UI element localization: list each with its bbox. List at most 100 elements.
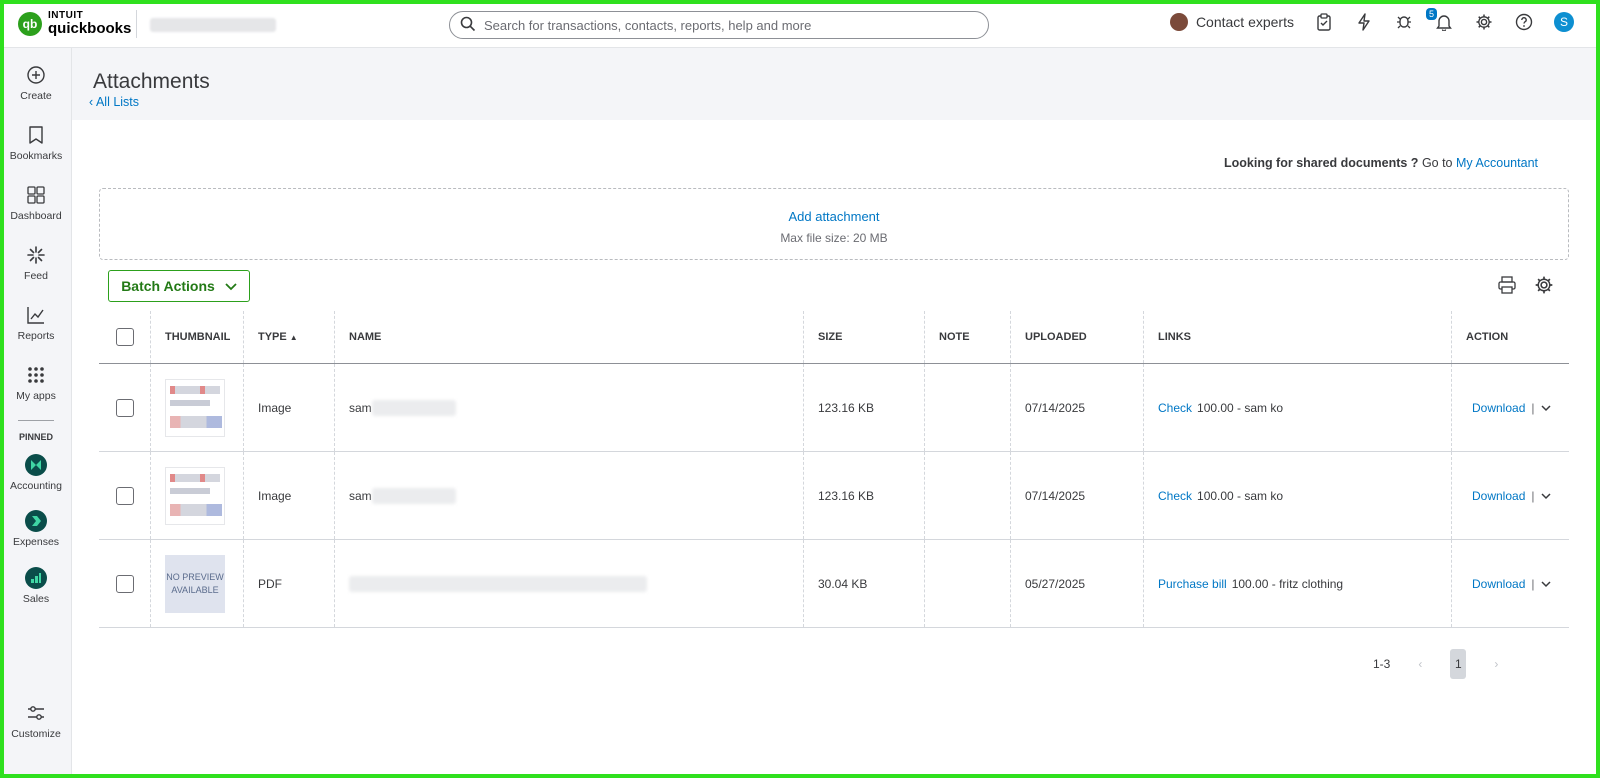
chevron-down-icon[interactable] xyxy=(1540,577,1551,591)
nav-my-apps[interactable]: My apps xyxy=(0,364,72,402)
table-row: Image sam 123.16 KB 07/14/2025 Check 100… xyxy=(99,452,1569,540)
nav-expenses-label: Expenses xyxy=(12,536,60,548)
attachment-thumbnail[interactable] xyxy=(165,378,225,437)
select-all-cell xyxy=(99,311,150,363)
add-attachment-link[interactable]: Add attachment xyxy=(100,209,1568,224)
chevron-down-icon[interactable] xyxy=(1540,401,1551,415)
attachment-thumbnail[interactable] xyxy=(165,466,225,525)
current-page-button[interactable]: 1 xyxy=(1450,649,1467,679)
search-icon xyxy=(460,16,476,35)
column-header-type-label: TYPE xyxy=(258,331,287,343)
shared-documents-hint: Looking for shared documents ? Go to My … xyxy=(1224,156,1538,170)
name-cell[interactable] xyxy=(334,540,803,627)
attachment-dropzone[interactable]: Add attachment Max file size: 20 MB xyxy=(99,188,1569,260)
nav-customize[interactable]: Customize xyxy=(0,702,72,740)
notifications-bell-icon[interactable]: 5 xyxy=(1426,8,1454,32)
size-cell: 30.04 KB xyxy=(803,540,924,627)
size-cell: 123.16 KB xyxy=(803,452,924,539)
nav-dashboard[interactable]: Dashboard xyxy=(0,184,72,222)
sort-ascending-icon: ▲ xyxy=(289,332,298,342)
download-link[interactable]: Download xyxy=(1472,489,1525,503)
next-page-icon[interactable]: › xyxy=(1494,657,1498,671)
size-cell: 123.16 KB xyxy=(803,364,924,451)
my-accountant-link[interactable]: My Accountant xyxy=(1456,156,1538,170)
table-settings-gear-icon[interactable] xyxy=(1534,275,1554,298)
settings-gear-icon[interactable] xyxy=(1474,12,1494,32)
chevron-down-icon[interactable] xyxy=(1540,489,1551,503)
linked-transaction-link[interactable]: Check xyxy=(1158,401,1192,415)
accounting-icon xyxy=(25,454,47,476)
quickbooks-logo[interactable]: qb INTUIT quickbooks xyxy=(18,11,131,36)
attachments-table: THUMBNAIL TYPE ▲ NAME SIZE NOTE UPLOADED… xyxy=(99,311,1569,628)
left-navigation: Create Bookmarks Dashboard Feed Reports … xyxy=(0,48,72,778)
row-checkbox[interactable] xyxy=(115,398,134,417)
linked-transaction-link[interactable]: Check xyxy=(1158,489,1192,503)
all-lists-link[interactable]: ‹ All Lists xyxy=(89,95,139,109)
action-separator: | xyxy=(1531,576,1535,591)
lightning-icon[interactable] xyxy=(1354,12,1374,32)
tasks-icon[interactable] xyxy=(1314,12,1334,32)
nav-sales-label: Sales xyxy=(22,593,50,605)
column-header-uploaded[interactable]: UPLOADED xyxy=(1010,311,1143,363)
batch-actions-button[interactable]: Batch Actions xyxy=(108,270,250,302)
pinned-heading: PINNED xyxy=(18,432,53,442)
logo-divider xyxy=(136,10,137,38)
row-checkbox-cell xyxy=(99,452,150,539)
batch-actions-label: Batch Actions xyxy=(121,278,215,294)
nav-create[interactable]: Create xyxy=(0,64,72,102)
page-header: Attachments ‹ All Lists xyxy=(72,48,1600,120)
pinned-divider xyxy=(18,420,54,421)
row-checkbox[interactable] xyxy=(115,574,134,593)
notification-count-badge: 5 xyxy=(1426,8,1438,20)
nav-customize-label: Customize xyxy=(11,728,61,740)
note-cell[interactable] xyxy=(924,452,1010,539)
column-header-note[interactable]: NOTE xyxy=(924,311,1010,363)
contact-experts-button[interactable]: Contact experts xyxy=(1169,13,1294,31)
page-title: Attachments xyxy=(93,70,210,93)
previous-page-icon[interactable]: ‹ xyxy=(1418,657,1422,671)
column-header-size[interactable]: SIZE xyxy=(803,311,924,363)
row-checkbox-cell xyxy=(99,540,150,627)
note-cell[interactable] xyxy=(924,540,1010,627)
search-input[interactable] xyxy=(484,17,964,33)
column-header-name[interactable]: NAME xyxy=(334,311,803,363)
name-cell[interactable]: sam xyxy=(334,452,803,539)
type-cell: Image xyxy=(243,364,334,451)
company-name-redacted[interactable] xyxy=(150,18,276,32)
nav-reports-label: Reports xyxy=(17,330,55,342)
table-header-row: THUMBNAIL TYPE ▲ NAME SIZE NOTE UPLOADED… xyxy=(99,311,1569,364)
uploaded-cell: 05/27/2025 xyxy=(1010,540,1143,627)
row-checkbox[interactable] xyxy=(115,486,134,505)
nav-sales[interactable]: Sales xyxy=(0,567,72,605)
nav-create-label: Create xyxy=(20,90,52,102)
select-all-checkbox[interactable] xyxy=(115,328,134,346)
max-file-size-text: Max file size: 20 MB xyxy=(780,231,888,245)
action-separator: | xyxy=(1531,400,1535,415)
thumbnail-cell xyxy=(150,364,243,451)
all-lists-label: All Lists xyxy=(95,95,140,109)
help-icon[interactable] xyxy=(1514,12,1534,32)
linked-transaction-link[interactable]: Purchase bill xyxy=(1158,577,1227,591)
no-preview-thumbnail[interactable]: NO PREVIEW AVAILABLE xyxy=(165,554,225,613)
nav-reports[interactable]: Reports xyxy=(0,304,72,342)
column-header-type[interactable]: TYPE ▲ xyxy=(243,311,334,363)
linked-transaction-detail: 100.00 - sam ko xyxy=(1197,400,1284,415)
download-link[interactable]: Download xyxy=(1472,577,1525,591)
column-header-action: ACTION xyxy=(1451,311,1569,363)
column-header-thumbnail: THUMBNAIL xyxy=(150,311,243,363)
links-cell: Check 100.00 - sam ko xyxy=(1143,452,1451,539)
type-cell: PDF xyxy=(243,540,334,627)
nav-bookmarks[interactable]: Bookmarks xyxy=(0,124,72,162)
user-avatar[interactable]: S xyxy=(1554,12,1574,32)
expert-avatar-icon xyxy=(1169,13,1188,31)
bug-icon[interactable] xyxy=(1394,12,1414,32)
print-icon[interactable] xyxy=(1497,275,1517,298)
nav-feed[interactable]: Feed xyxy=(0,244,72,282)
global-search[interactable] xyxy=(449,11,989,39)
nav-accounting[interactable]: Accounting xyxy=(0,454,72,492)
table-row: Image sam 123.16 KB 07/14/2025 Check 100… xyxy=(99,364,1569,452)
download-link[interactable]: Download xyxy=(1472,401,1525,415)
name-cell[interactable]: sam xyxy=(334,364,803,451)
nav-expenses[interactable]: Expenses xyxy=(0,510,72,548)
note-cell[interactable] xyxy=(924,364,1010,451)
